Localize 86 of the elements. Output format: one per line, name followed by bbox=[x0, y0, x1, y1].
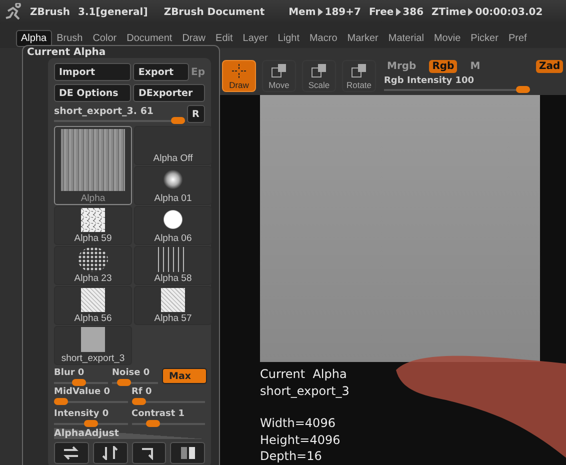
stat-value: 189+7 bbox=[324, 6, 361, 18]
slider-label: Intensity 0 bbox=[54, 409, 110, 419]
document-title: ZBrush Document bbox=[164, 6, 265, 18]
alpha-tile[interactable]: Alpha 56 bbox=[54, 286, 132, 325]
menu-item[interactable]: Movie bbox=[428, 30, 466, 46]
squares-icon bbox=[351, 64, 367, 78]
squares-icon bbox=[311, 64, 327, 78]
current-alpha-name: short_export_3. 61 bbox=[54, 106, 155, 117]
alpha-info-line: short_export_3 bbox=[260, 382, 350, 399]
gradient-icon[interactable] bbox=[170, 442, 205, 464]
palette-button[interactable]: Export bbox=[133, 63, 189, 81]
stat-label: Free bbox=[368, 6, 394, 18]
max-button[interactable]: Max bbox=[162, 368, 207, 384]
menu-item[interactable]: Color bbox=[88, 30, 122, 46]
menu-item[interactable]: Document bbox=[122, 30, 178, 46]
alpha-info-line: Current Alpha bbox=[260, 366, 348, 382]
crosshair-icon bbox=[232, 64, 246, 78]
triangle-icon bbox=[396, 8, 401, 16]
menu-item[interactable]: Layer bbox=[238, 30, 273, 46]
noise-thumbnail bbox=[81, 288, 105, 312]
stat-value: 00:00:03.02 bbox=[475, 6, 543, 18]
alpha-tile[interactable]: short_export_3 bbox=[54, 326, 132, 365]
slider-thumb[interactable] bbox=[54, 398, 68, 405]
alpha-tile[interactable]: Alpha 59 bbox=[54, 206, 132, 245]
squares-icon bbox=[271, 64, 287, 78]
channel-toggle[interactable]: M bbox=[467, 60, 484, 73]
alpha-size-line: Height=4096 bbox=[260, 432, 342, 448]
zadd-button[interactable]: Zad bbox=[536, 60, 564, 73]
alpha-tile[interactable]: Alpha 06 bbox=[134, 206, 212, 245]
palette-title: Current Alpha bbox=[27, 47, 106, 58]
square-thumbnail bbox=[81, 327, 105, 352]
reset-button[interactable]: R bbox=[187, 105, 205, 123]
alpha-tile[interactable]: Alpha 58 bbox=[134, 246, 212, 285]
stones-thumbnail bbox=[81, 208, 105, 232]
slider-thumb[interactable] bbox=[171, 117, 185, 124]
stat-value: 386 bbox=[402, 6, 424, 18]
menu-item[interactable]: Edit bbox=[210, 30, 238, 46]
channel-toggle[interactable]: Rgb bbox=[429, 60, 458, 73]
mode-button[interactable]: Scale bbox=[302, 60, 336, 92]
menu-item[interactable]: Picker bbox=[466, 30, 504, 46]
alpha-tile[interactable]: Alpha 01 bbox=[134, 166, 212, 205]
palette-button[interactable]: DExporter bbox=[133, 84, 205, 102]
mode-button[interactable]: Draw bbox=[222, 60, 256, 92]
alpha-tile[interactable]: Alpha Off bbox=[134, 126, 212, 165]
slider-thumb[interactable] bbox=[116, 379, 131, 386]
slider-label: Rgb Intensity 100 bbox=[384, 76, 476, 86]
running-figure-logo-icon bbox=[4, 3, 22, 21]
alpha-tile[interactable]: Alpha bbox=[54, 126, 132, 205]
alpha-size-line: Depth=16 bbox=[260, 448, 323, 464]
alpha-tile[interactable]: Alpha 57 bbox=[134, 286, 212, 325]
palette-button[interactable]: DE Options bbox=[54, 84, 132, 102]
slider-label: MidValue 0 bbox=[54, 387, 112, 397]
slider-thumb[interactable] bbox=[146, 420, 160, 427]
flip-arrows-icon[interactable] bbox=[92, 442, 128, 464]
noise-thumbnail bbox=[161, 288, 185, 312]
slider-label: Rf 0 bbox=[132, 387, 153, 397]
menu-item[interactable]: Draw bbox=[177, 30, 211, 46]
slider-thumb[interactable] bbox=[84, 420, 98, 427]
swap-arrows-icon[interactable] bbox=[54, 442, 89, 464]
slider-thumb[interactable] bbox=[72, 379, 86, 386]
palette-button[interactable]: Import bbox=[54, 63, 132, 81]
alpha-size-line: Width=4096 bbox=[260, 415, 336, 432]
slider-label: Contrast 1 bbox=[132, 409, 186, 419]
menu-item[interactable]: Pref bbox=[503, 30, 532, 46]
menu-item[interactable]: Material bbox=[383, 30, 429, 46]
app-name: ZBrush bbox=[30, 6, 70, 18]
stat-label: Mem bbox=[288, 6, 316, 18]
menu-item[interactable]: Alpha bbox=[16, 30, 52, 46]
menu-item[interactable]: Marker bbox=[342, 30, 384, 46]
menu-item[interactable]: Light bbox=[272, 30, 304, 46]
slider-thumb[interactable] bbox=[516, 86, 530, 93]
version-label: 3.1[general] bbox=[78, 6, 148, 18]
cut-button-label: Ep bbox=[191, 66, 205, 78]
menu-item[interactable]: Macro bbox=[304, 30, 342, 46]
slider-label: Noise 0 bbox=[112, 368, 151, 378]
noise-texture-thumbnail bbox=[61, 129, 125, 191]
triangle-icon bbox=[318, 8, 323, 16]
stat-label: ZTime bbox=[432, 6, 466, 18]
alpha-tile[interactable]: Alpha 23 bbox=[54, 246, 132, 285]
triangle-icon bbox=[468, 8, 474, 16]
mode-button[interactable]: Move bbox=[262, 60, 296, 92]
slider-label: Blur 0 bbox=[54, 368, 86, 378]
slider-thumb[interactable] bbox=[132, 398, 146, 405]
menu-item[interactable]: Brush bbox=[52, 30, 88, 46]
mode-button[interactable]: Rotate bbox=[342, 60, 376, 92]
channel-toggle[interactable]: Mrgb bbox=[384, 60, 420, 73]
